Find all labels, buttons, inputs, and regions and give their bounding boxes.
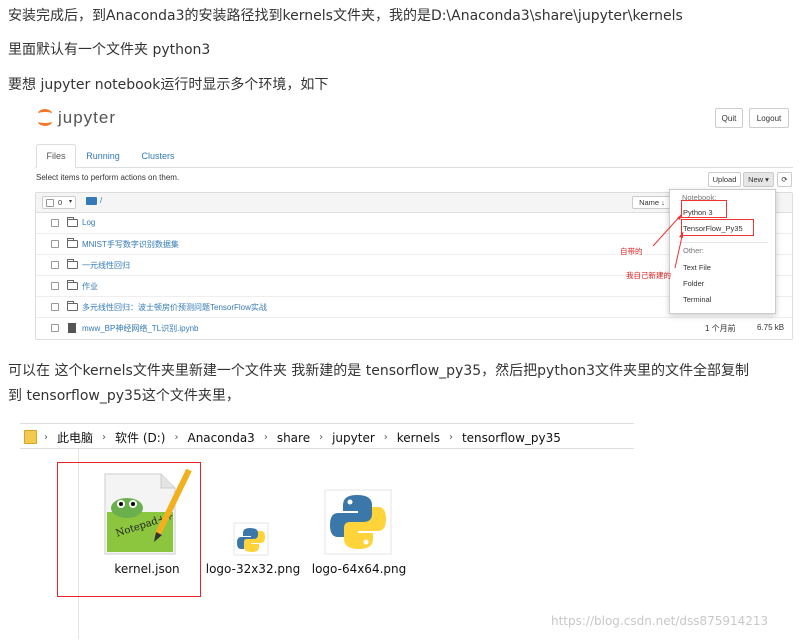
- folder-icon: [24, 430, 37, 444]
- chevron-right-icon[interactable]: ›: [264, 432, 268, 443]
- row-modified: 1 个月前: [705, 324, 736, 333]
- jupyter-logo-icon: [37, 109, 53, 127]
- chevron-right-icon[interactable]: ›: [44, 432, 48, 443]
- watermark: https://blog.csdn.net/dss875914213: [551, 614, 769, 628]
- quit-button[interactable]: Quit: [715, 108, 743, 128]
- file-label-kernel-json[interactable]: kernel.json: [100, 562, 194, 576]
- new-button[interactable]: New ▾: [743, 172, 774, 187]
- tab-running[interactable]: Running: [81, 144, 125, 168]
- row-checkbox[interactable]: [51, 219, 59, 227]
- tab-bar: Files Running Clusters: [35, 144, 793, 168]
- menu-item-folder[interactable]: Folder: [683, 279, 704, 288]
- intro-paragraph-3: 要想 jupyter notebook运行时显示多个环境，如下: [8, 77, 329, 93]
- breadcrumb-item[interactable]: tensorflow_py35: [462, 431, 561, 445]
- select-hint: Select items to perform actions on them.: [36, 173, 180, 182]
- row-size: 6.75 kB: [757, 323, 785, 332]
- annotation-user-created: 我自己新建的: [626, 271, 671, 280]
- folder-icon: [67, 238, 78, 248]
- row-checkbox[interactable]: [51, 282, 59, 290]
- row-checkbox[interactable]: [51, 240, 59, 248]
- upload-button[interactable]: Upload: [708, 172, 741, 187]
- tab-clusters[interactable]: Clusters: [135, 144, 181, 168]
- select-all-control[interactable]: 0 ▾: [42, 196, 76, 209]
- folder-icon: [86, 197, 97, 205]
- notebook-icon: [68, 323, 76, 333]
- row-name[interactable]: Log: [82, 218, 95, 227]
- file-label-logo-64[interactable]: logo-64x64.png: [309, 562, 409, 576]
- explorer-address-bar[interactable]: › 此电脑 › 软件 (D:) › Anaconda3 › share › jupyter › ker…: [20, 423, 634, 449]
- selected-count: 0: [58, 198, 63, 207]
- breadcrumb-item[interactable]: jupyter: [332, 431, 375, 445]
- chevron-right-icon[interactable]: ›: [174, 432, 178, 443]
- jupyter-screenshot: jupyter Quit Logout Files Running Cluste…: [35, 100, 793, 342]
- chevron-right-icon[interactable]: ›: [319, 432, 323, 443]
- refresh-icon[interactable]: ⟳: [777, 172, 792, 187]
- breadcrumb-item[interactable]: 软件 (D:): [115, 429, 165, 446]
- notepadpp-file-icon[interactable]: Notepad++: [101, 466, 193, 558]
- breadcrumb-item[interactable]: 此电脑: [57, 429, 93, 446]
- chevron-down-icon: ▾: [69, 199, 73, 205]
- file-label-logo-32[interactable]: logo-32x32.png: [205, 562, 301, 576]
- breadcrumb: › 此电脑 › 软件 (D:) › Anaconda3 › share › jupyter › ker…: [44, 429, 570, 446]
- row-name[interactable]: 作业: [82, 281, 98, 292]
- intro-paragraph-2: 里面默认有一个文件夹 python3: [8, 42, 211, 58]
- row-checkbox[interactable]: [51, 261, 59, 269]
- chevron-right-icon[interactable]: ›: [449, 432, 453, 443]
- breadcrumb-item[interactable]: share: [277, 431, 310, 445]
- table-row[interactable]: mww_BP神经网络_TL识别.ipynb 1 个月前 6.75 kB: [36, 318, 792, 339]
- row-checkbox[interactable]: [51, 324, 59, 332]
- jupyter-logo: jupyter: [37, 108, 116, 128]
- python-logo-large-icon[interactable]: [324, 489, 392, 555]
- select-all-checkbox[interactable]: [46, 199, 54, 207]
- intro-paragraph-1: 安装完成后，到Anaconda3的安装路径找到kernels文件夹，我的是D:\…: [8, 8, 683, 24]
- folder-icon: [67, 301, 78, 311]
- jupyter-logo-text: jupyter: [58, 108, 117, 127]
- body-paragraph-5: 到 tensorflow_py35这个文件夹里，: [8, 388, 240, 404]
- current-path[interactable]: /: [100, 196, 102, 205]
- row-name[interactable]: 一元线性回归: [82, 260, 130, 271]
- row-name[interactable]: 多元线性回归：波士顿房价预测问题TensorFlow实战: [82, 302, 267, 313]
- chevron-right-icon[interactable]: ›: [102, 432, 106, 443]
- annotation-arrows: [652, 213, 684, 269]
- folder-icon: [67, 259, 78, 269]
- breadcrumb-item[interactable]: kernels: [397, 431, 440, 445]
- body-paragraph-4: 可以在 这个kernels文件夹里新建一个文件夹 我新建的是 tensorflo…: [8, 363, 750, 379]
- python-logo-small-icon[interactable]: [233, 522, 269, 556]
- folder-icon: [67, 217, 78, 227]
- row-checkbox[interactable]: [51, 303, 59, 311]
- menu-item-terminal[interactable]: Terminal: [683, 295, 711, 304]
- chevron-right-icon[interactable]: ›: [384, 432, 388, 443]
- row-name[interactable]: mww_BP神经网络_TL识别.ipynb: [82, 323, 198, 334]
- annotation-builtin: 自带的: [620, 247, 643, 256]
- tab-files[interactable]: Files: [36, 144, 76, 168]
- logout-button[interactable]: Logout: [749, 108, 789, 128]
- breadcrumb-item[interactable]: Anaconda3: [187, 431, 254, 445]
- row-name[interactable]: MNIST手写数字识别数据集: [82, 239, 179, 250]
- folder-icon: [67, 280, 78, 290]
